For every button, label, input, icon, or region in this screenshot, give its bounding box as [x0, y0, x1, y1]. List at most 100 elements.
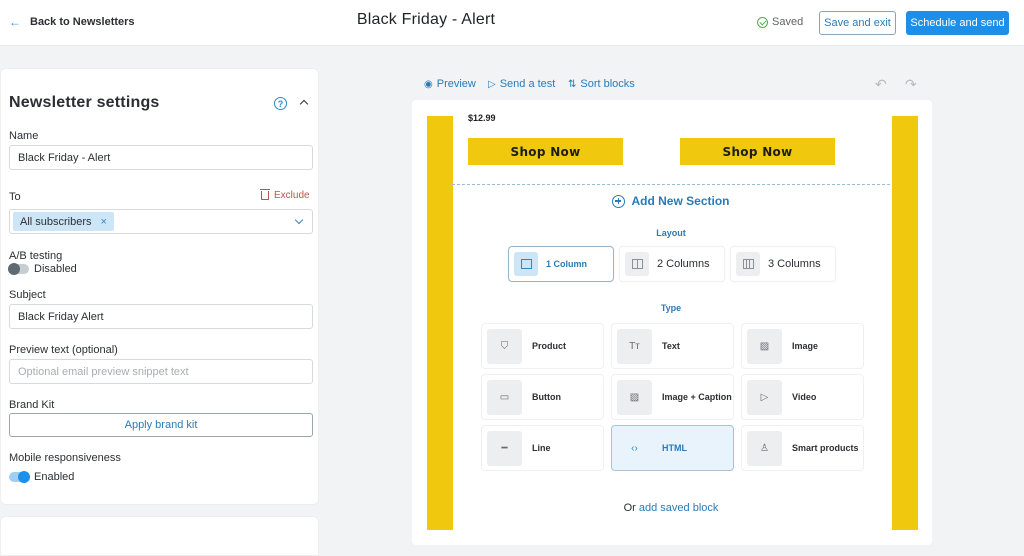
type-label-text: Video — [792, 392, 817, 402]
recipients-select[interactable]: All subscribers × — [9, 209, 313, 234]
type-label-text: Button — [532, 392, 561, 402]
newsletter-title: Black Friday - Alert — [356, 11, 496, 28]
mobile-responsiveness-label: Mobile responsiveness — [9, 452, 121, 464]
chip-remove-icon[interactable]: × — [101, 216, 107, 228]
layout-label: Layout — [656, 228, 686, 238]
chevron-down-icon[interactable] — [294, 215, 304, 225]
subject-input[interactable]: Black Friday Alert — [9, 304, 313, 329]
saved-status: Saved — [757, 16, 803, 28]
trash-icon — [260, 189, 270, 200]
type-label-text: Product — [532, 341, 567, 351]
code-icon: ‹› — [617, 430, 652, 466]
preview-text-input[interactable]: Optional email preview snippet text — [9, 359, 313, 384]
shopping-bag-icon: ⛉ — [487, 328, 522, 364]
recipient-chip: All subscribers × — [13, 212, 114, 231]
preview-button[interactable]: ◉ Preview — [424, 78, 476, 90]
preview-label: Preview — [436, 78, 476, 90]
play-icon: ▷ — [747, 379, 782, 415]
sort-icon: ⇅ — [568, 78, 577, 90]
add-saved-block-link[interactable]: add saved block — [639, 502, 719, 514]
type-label-text: Line — [532, 443, 551, 453]
add-new-section-button[interactable]: Add New Section — [452, 194, 890, 208]
toggle-knob — [8, 263, 20, 275]
subject-label: Subject — [9, 289, 46, 301]
name-input[interactable]: Black Friday - Alert — [9, 145, 313, 170]
sort-blocks-button[interactable]: ⇅ Sort blocks — [568, 78, 635, 90]
add-new-section-label: Add New Section — [631, 194, 730, 208]
redo-icon[interactable]: ↷ — [905, 76, 917, 93]
add-section-area: Add New Section Layout 1 Column 2 Column… — [452, 184, 890, 530]
type-label-text: Smart products — [792, 443, 859, 453]
one-column-icon — [514, 252, 538, 276]
apply-brand-kit-button[interactable]: Apply brand kit — [9, 413, 313, 437]
shop-now-button[interactable]: Shop Now — [680, 138, 835, 165]
type-html[interactable]: ‹› HTML — [611, 425, 734, 471]
button-icon: ▭ — [487, 379, 522, 415]
image-icon: ▨ — [747, 328, 782, 364]
type-line[interactable]: ━ Line — [481, 425, 604, 471]
saved-block-prompt: Or add saved block — [452, 502, 890, 514]
toggle-knob — [18, 471, 30, 483]
ab-testing-state: Disabled — [34, 263, 77, 275]
type-label-text: Image + Caption — [662, 392, 732, 402]
settings-title: Newsletter settings — [9, 94, 160, 111]
plus-circle-icon — [612, 194, 626, 208]
three-columns-icon — [736, 252, 760, 276]
name-label: Name — [9, 130, 39, 142]
send-test-button[interactable]: ▷ Send a test — [488, 78, 555, 90]
type-label-text: HTML — [662, 443, 687, 453]
shop-now-button[interactable]: Shop Now — [468, 138, 623, 165]
sort-blocks-label: Sort blocks — [580, 78, 635, 90]
two-columns-icon — [625, 252, 649, 276]
text-icon: Tт — [617, 328, 652, 364]
layout-1-column[interactable]: 1 Column — [508, 246, 614, 282]
product-price: $12.99 — [468, 113, 496, 123]
secondary-settings-panel — [0, 516, 319, 556]
type-video[interactable]: ▷ Video — [741, 374, 864, 420]
mobile-responsiveness-state: Enabled — [34, 471, 75, 483]
exclude-label: Exclude — [274, 190, 310, 201]
help-icon[interactable]: ? — [274, 97, 287, 110]
undo-icon[interactable]: ↶ — [875, 76, 887, 93]
chevron-up-icon[interactable] — [299, 97, 309, 107]
chip-label: All subscribers — [20, 215, 92, 228]
send-test-label: Send a test — [499, 78, 556, 90]
email-canvas: $12.99 Shop Now Shop Now Add New Section… — [412, 100, 932, 545]
preview-text-label: Preview text (optional) — [9, 344, 118, 356]
type-image[interactable]: ▨ Image — [741, 323, 864, 369]
save-and-exit-button[interactable]: Save and exit — [819, 11, 896, 35]
brand-kit-label: Brand Kit — [9, 399, 55, 411]
right-brand-border — [892, 116, 918, 530]
to-label: To — [9, 191, 21, 203]
ab-testing-toggle[interactable] — [8, 263, 29, 275]
top-bar: ← Back to Newsletters Black Friday - Ale… — [0, 0, 1024, 46]
image-caption-icon: ▨ — [617, 379, 652, 415]
schedule-and-send-button[interactable]: Schedule and send — [906, 11, 1009, 35]
type-label-text: Text — [662, 341, 680, 351]
layout-label-text: 2 Columns — [657, 258, 710, 270]
type-product[interactable]: ⛉ Product — [481, 323, 604, 369]
send-icon: ▷ — [488, 78, 496, 90]
layout-2-columns[interactable]: 2 Columns — [619, 246, 725, 282]
type-image-caption[interactable]: ▨ Image + Caption — [611, 374, 734, 420]
type-text[interactable]: Tт Text — [611, 323, 734, 369]
newsletter-settings-panel: Newsletter settings ? Name Black Friday … — [0, 68, 319, 505]
layout-label-text: 1 Column — [546, 259, 588, 269]
type-label: Type — [660, 303, 682, 313]
layout-3-columns[interactable]: 3 Columns — [730, 246, 836, 282]
check-circle-icon — [757, 16, 768, 28]
ab-testing-label: A/B testing — [9, 250, 63, 262]
mobile-responsiveness-toggle[interactable] — [9, 471, 30, 483]
type-button[interactable]: ▭ Button — [481, 374, 604, 420]
saved-label: Saved — [772, 16, 804, 28]
line-icon: ━ — [487, 430, 522, 466]
type-label-text: Image — [792, 341, 819, 351]
panel-heading-clipped — [9, 547, 139, 555]
layout-label-text: 3 Columns — [768, 258, 821, 270]
saved-block-prefix: Or — [623, 502, 636, 514]
type-smart-products[interactable]: ♙ Smart products — [741, 425, 864, 471]
eye-icon: ◉ — [424, 78, 433, 90]
smart-products-icon: ♙ — [747, 430, 782, 466]
exclude-button[interactable]: Exclude — [260, 189, 310, 201]
left-brand-border — [427, 116, 453, 530]
